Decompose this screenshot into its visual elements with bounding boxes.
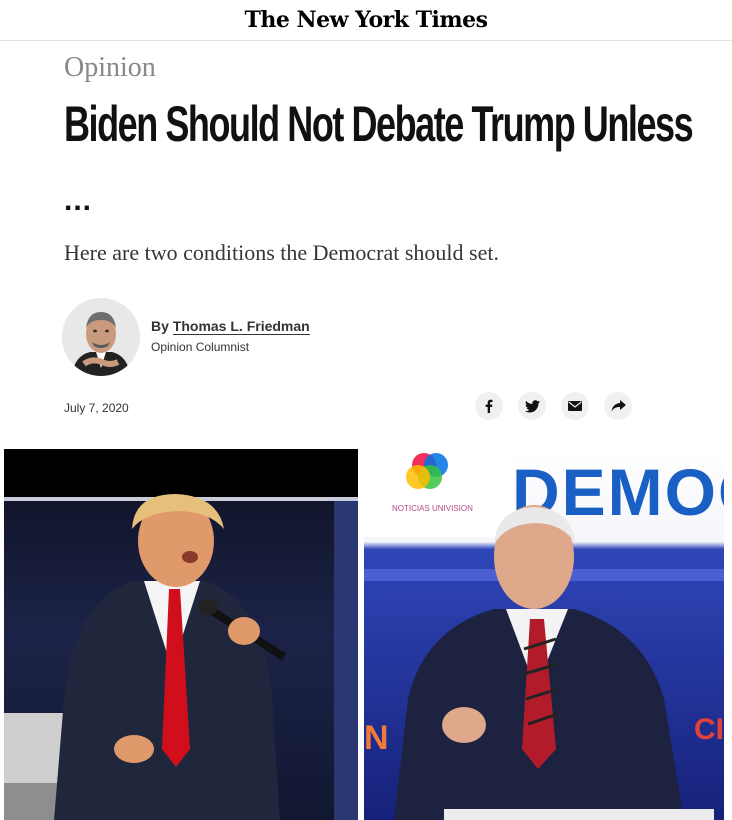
author-avatar[interactable]: [62, 298, 140, 376]
more-share-button[interactable]: [604, 392, 632, 420]
backdrop-edge-text-left: N: [364, 719, 389, 757]
headline: Biden Should Not Debate Trump Unless: [64, 96, 694, 152]
section-kicker[interactable]: Opinion: [64, 52, 156, 84]
twitter-icon: [524, 399, 540, 412]
share-icon: [611, 400, 626, 412]
byline: By Thomas L. Friedman: [151, 318, 310, 335]
headline-continuation: ...: [64, 184, 93, 217]
author-link[interactable]: Thomas L. Friedman: [172, 318, 310, 335]
article-photo-biden: DEMOC NOTICIAS UNIVISION N CI: [364, 449, 724, 820]
article-photo-trump: [4, 449, 358, 820]
article-summary: Here are two conditions the Democrat sho…: [64, 240, 499, 265]
email-share-button[interactable]: [561, 392, 589, 420]
author-role: Opinion Columnist: [151, 340, 250, 354]
nyt-logo[interactable]: The New York Times: [244, 7, 488, 33]
facebook-share-button[interactable]: [475, 392, 503, 420]
facebook-icon: [485, 399, 493, 413]
publish-date: July 7, 2020: [64, 401, 129, 415]
masthead: The New York Times: [0, 0, 732, 41]
email-icon: [568, 401, 582, 411]
backdrop-edge-text-right: CI: [694, 713, 724, 746]
byline-prefix: By: [151, 318, 169, 334]
twitter-share-button[interactable]: [518, 392, 546, 420]
univision-logo-text: NOTICIAS UNIVISION: [392, 504, 473, 513]
